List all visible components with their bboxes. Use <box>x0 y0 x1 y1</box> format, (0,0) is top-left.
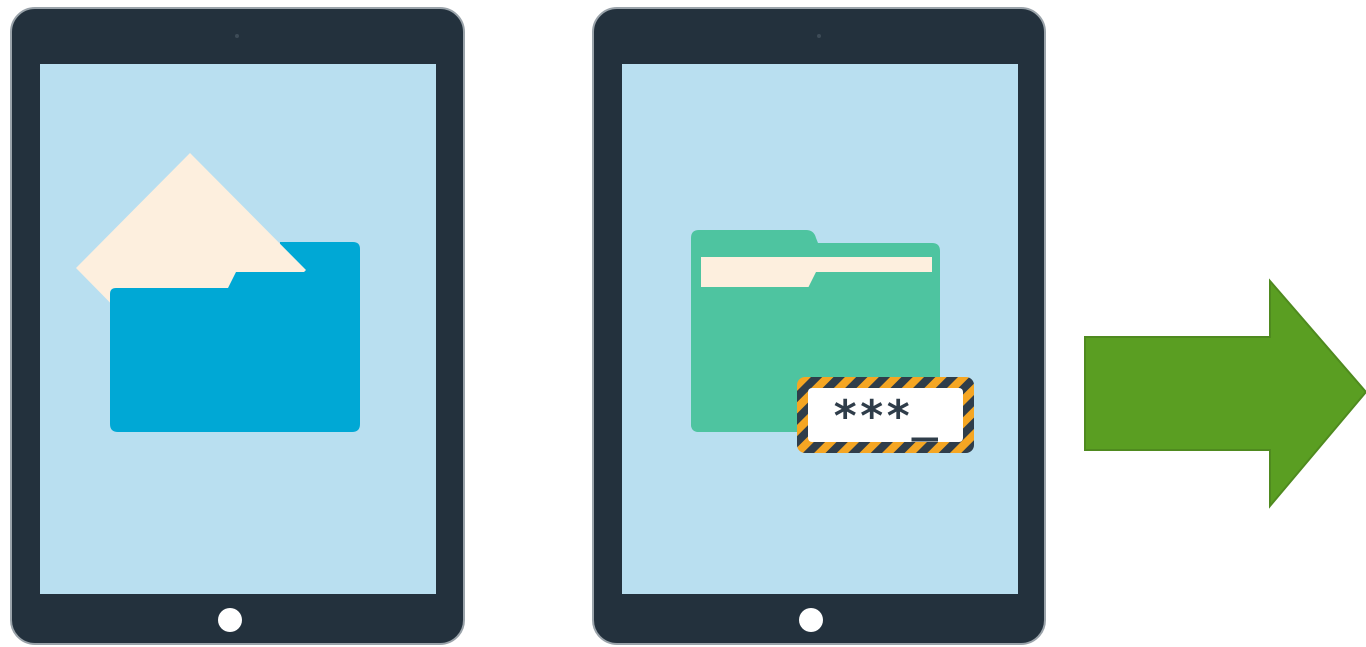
diagram-svg: ***_ <box>10 7 1366 645</box>
tablet-right-home-button[interactable] <box>799 608 823 632</box>
tablet-right-camera <box>817 34 821 38</box>
folder-blue-front <box>110 272 360 432</box>
diagram-canvas: ***_ <box>0 0 1366 647</box>
tablet-right: ***_ <box>592 7 1046 645</box>
tablet-left-camera <box>235 34 239 38</box>
tablet-left <box>10 7 465 645</box>
arrow-shape <box>1084 278 1366 509</box>
password-field-text: ***_ <box>832 391 938 442</box>
tablet-left-home-button[interactable] <box>218 608 242 632</box>
password-protected-folder-icon: ***_ <box>691 230 974 453</box>
right-arrow-icon <box>1084 278 1366 509</box>
